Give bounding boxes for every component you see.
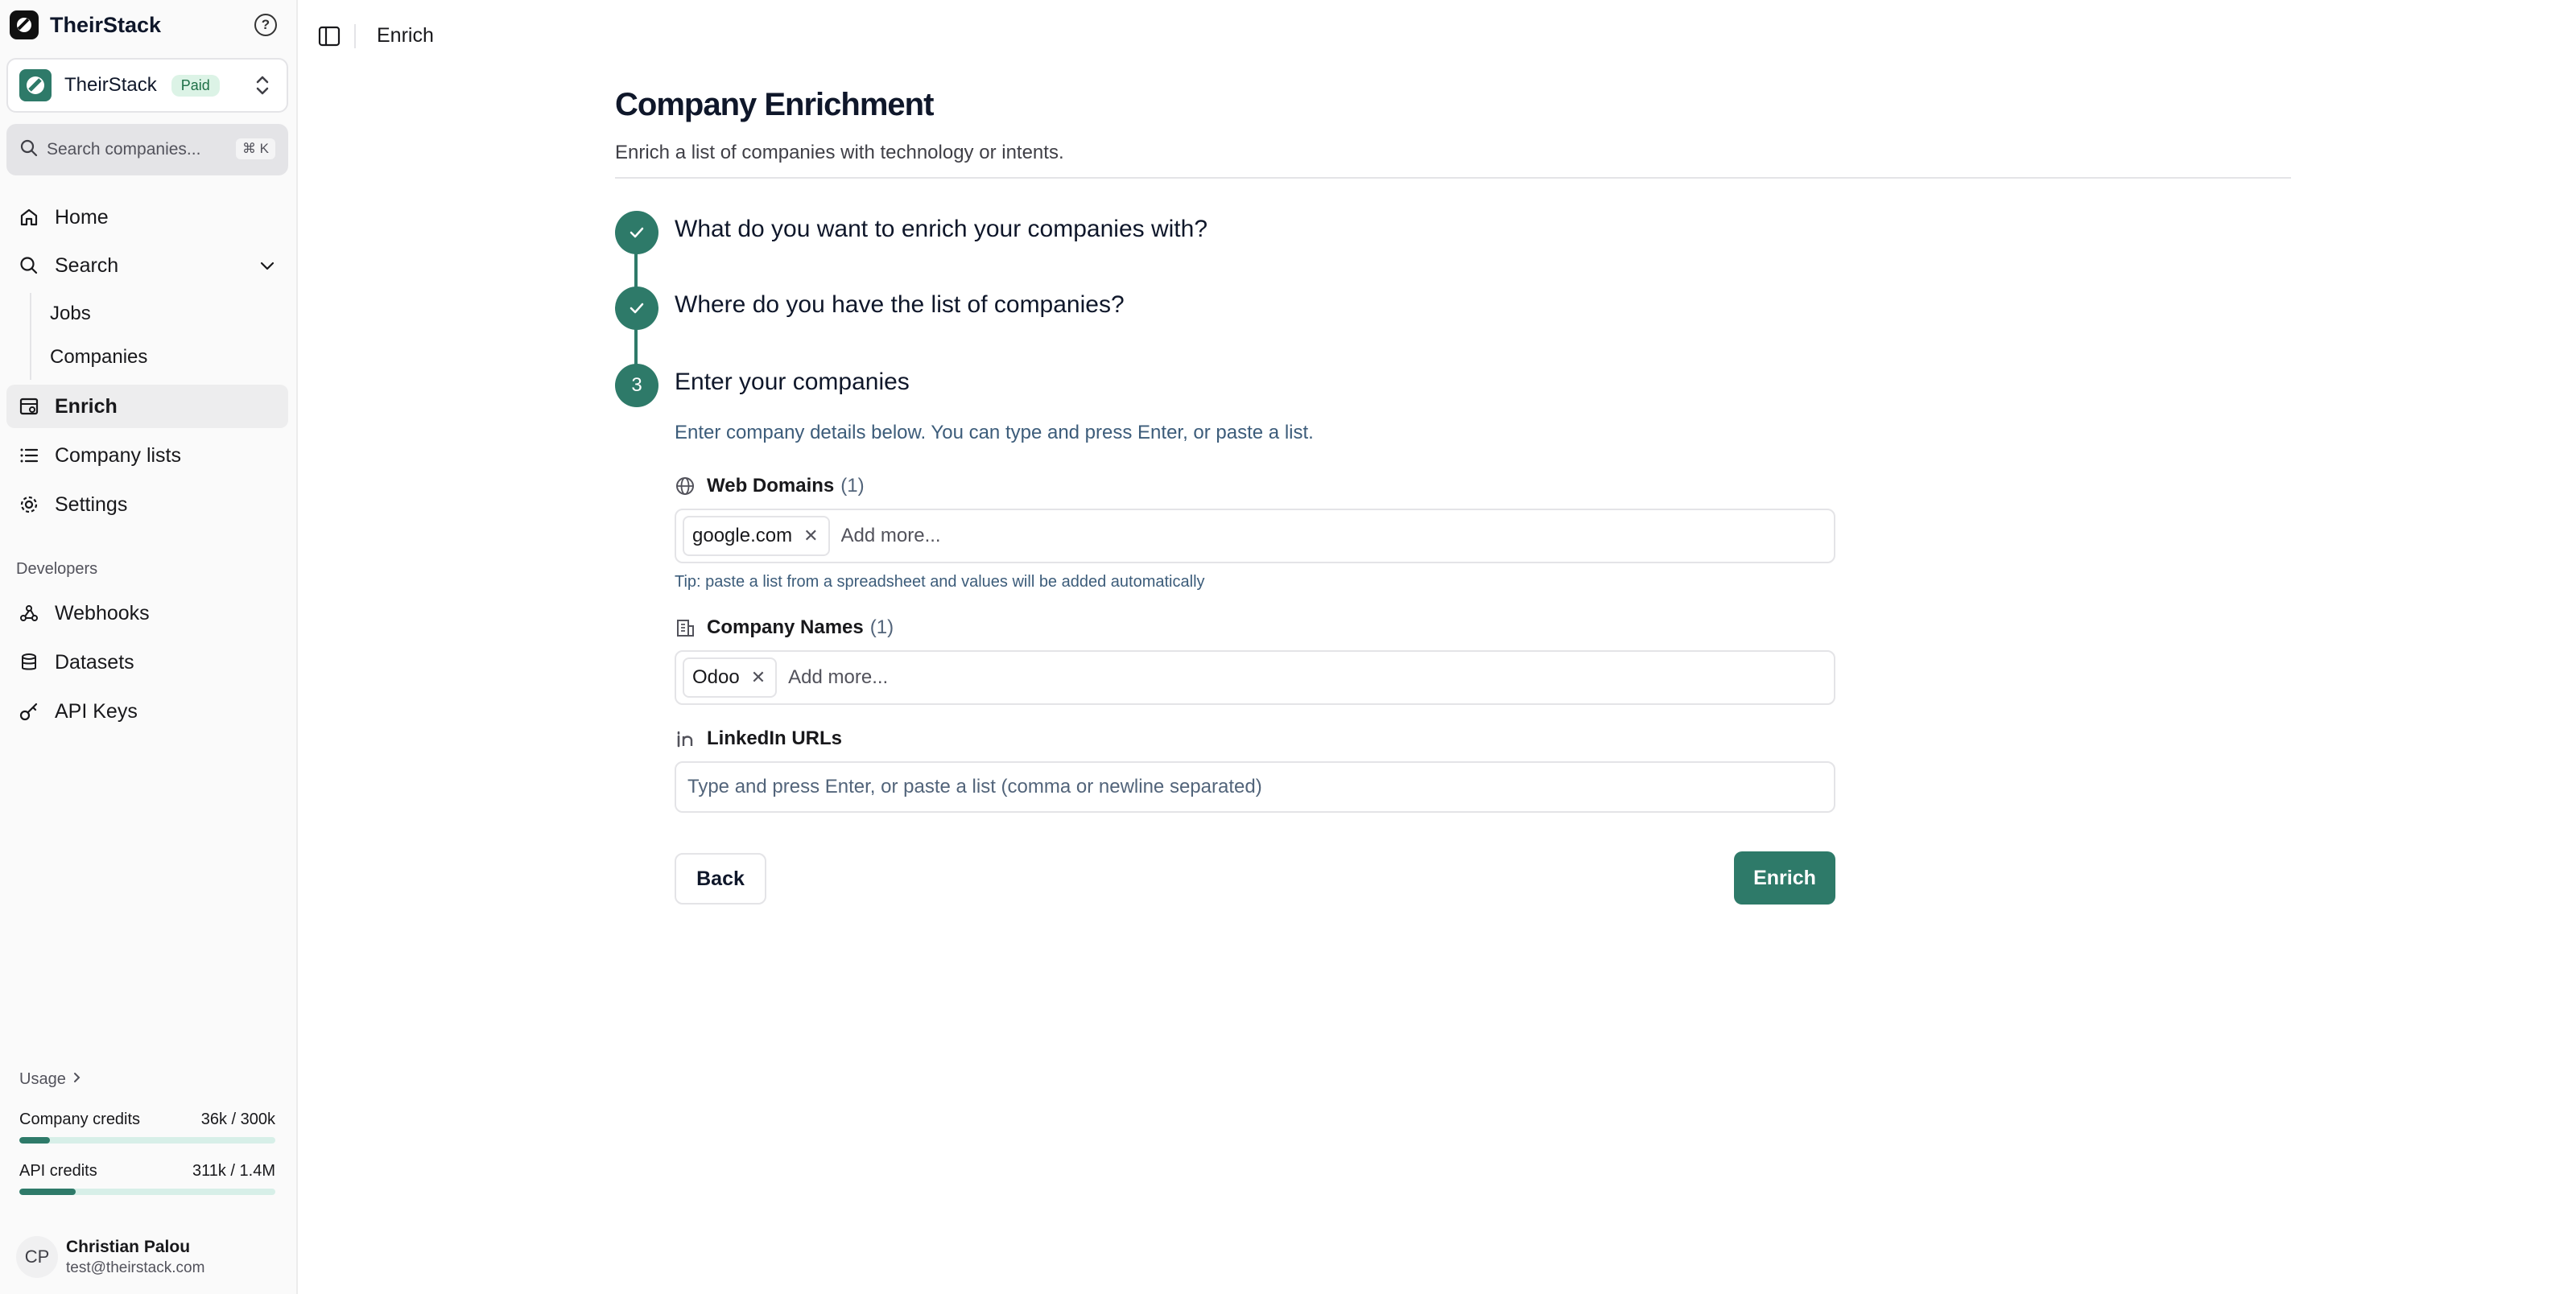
key-icon [18,700,40,723]
user-menu[interactable]: CP Christian Palou test@theirstack.com [16,1236,204,1278]
step-3-number: 3 [615,364,658,407]
developers-section-label: Developers [16,560,98,578]
database-icon [18,651,40,674]
enrich-button[interactable]: Enrich [1734,851,1835,905]
sidebar-item-label: Datasets [55,650,134,674]
chevron-down-icon[interactable] [258,256,277,281]
linkedin-icon [675,728,697,749]
sidebar-item-webhooks[interactable]: Webhooks [6,591,288,635]
sidebar-item-companies[interactable]: Companies [50,346,147,369]
header-divider [615,177,2291,179]
usage-link[interactable]: Usage [19,1070,82,1089]
theirstack-logo-icon [10,10,39,39]
page-title: Company Enrichment [615,87,934,122]
list-icon [18,444,40,467]
api-credits: API credits 311k / 1.4M [19,1162,275,1195]
sidebar-item-datasets[interactable]: Datasets [6,641,288,684]
sidebar-item-settings[interactable]: Settings [6,483,288,526]
sidebar-item-label: Webhooks [55,601,150,624]
sidebar-search[interactable]: ⌘ K [6,124,288,175]
search-icon [18,254,40,277]
credit-value: 36k / 300k [200,1111,275,1128]
sidebar-item-label: Settings [55,492,128,516]
enrich-icon [18,395,40,418]
web-domains-input[interactable]: google.com ✕ [675,509,1835,563]
credit-progress-fill [19,1189,76,1195]
topbar-divider [354,24,356,48]
sidebar-item-label: Enrich [55,394,118,418]
page-subtitle: Enrich a list of companies with technolo… [615,142,1064,163]
sidebar: TheirStack ? TheirStack Paid ⌘ K Home Se… [0,0,298,1294]
plan-badge: Paid [171,74,220,97]
chevron-up-down-icon [254,74,270,101]
sidebar-item-label: Search [55,253,119,277]
sidebar-item-label: Home [55,205,109,229]
step-1-title[interactable]: What do you want to enrich your companie… [675,216,1208,243]
sidebar-item-search[interactable]: Search [6,244,288,287]
chevron-right-icon [72,1070,82,1089]
sidebar-item-company-lists[interactable]: Company lists [6,434,288,477]
linkedin-urls-label: LinkedIn URLs [675,727,842,750]
sidebar-item-enrich[interactable]: Enrich [6,385,288,428]
search-icon [19,138,39,162]
sidebar-item-label: Company lists [55,443,181,467]
company-names-add-input[interactable] [788,666,1827,689]
step-2-title[interactable]: Where do you have the list of companies? [675,291,1125,319]
help-icon[interactable]: ? [254,14,277,36]
step-2-check-icon[interactable] [615,286,658,330]
field-count: (1) [840,475,865,497]
sidebar-item-api-keys[interactable]: API Keys [6,690,288,733]
credit-value: 311k / 1.4M [192,1162,275,1180]
sidebar-toggle-icon[interactable] [317,24,341,52]
credit-label: API credits [19,1162,97,1180]
sidebar-item-jobs[interactable]: Jobs [50,303,91,325]
brand-name: TheirStack [50,12,162,37]
company-names-label: Company Names (1) [675,616,894,639]
step-3-title: Enter your companies [675,369,910,395]
company-credits: Company credits 36k / 300k [19,1111,275,1144]
credit-progress-bar [19,1137,275,1144]
home-icon [18,206,40,229]
usage-label: Usage [19,1070,66,1088]
gear-icon [18,493,40,516]
field-count: (1) [869,616,894,638]
building-icon [675,617,697,638]
remove-chip-icon[interactable]: ✕ [751,667,766,688]
credit-label: Company credits [19,1111,141,1128]
web-domains-label: Web Domains (1) [675,475,865,497]
domain-chip: google.com ✕ [683,516,830,556]
globe-icon [675,476,697,497]
step-1-check-icon[interactable] [615,211,658,254]
field-label-text: Company Names [707,616,864,638]
back-button[interactable]: Back [675,853,766,905]
avatar: CP [16,1236,58,1278]
submenu-guide-line [30,293,31,380]
credit-progress-fill [19,1137,51,1144]
user-email: test@theirstack.com [66,1259,205,1276]
chip-label: Odoo [692,666,740,688]
webhook-icon [18,602,40,624]
workspace-name: TheirStack [64,74,157,96]
credit-progress-bar [19,1189,275,1195]
web-domains-add-input[interactable] [840,525,1827,547]
paste-tip: Tip: paste a list from a spreadsheet and… [675,573,1205,591]
search-shortcut: ⌘ K [235,138,275,159]
sidebar-item-label: API Keys [55,699,138,723]
field-label-text: LinkedIn URLs [707,727,843,749]
chip-label: google.com [692,525,793,546]
breadcrumb: Enrich [377,24,434,47]
brand[interactable]: TheirStack [10,10,161,40]
remove-chip-icon[interactable]: ✕ [803,525,818,546]
linkedin-urls-input[interactable] [675,761,1835,813]
user-name: Christian Palou [66,1237,191,1256]
workspace-switcher[interactable]: TheirStack Paid [6,58,288,113]
company-names-input[interactable]: Odoo ✕ [675,650,1835,705]
sidebar-item-home[interactable]: Home [6,196,288,239]
step-3-description: Enter company details below. You can typ… [675,422,1314,443]
workspace-logo-icon [19,69,52,101]
field-label-text: Web Domains [707,475,835,497]
search-input[interactable] [47,140,232,159]
company-chip: Odoo ✕ [683,657,778,698]
